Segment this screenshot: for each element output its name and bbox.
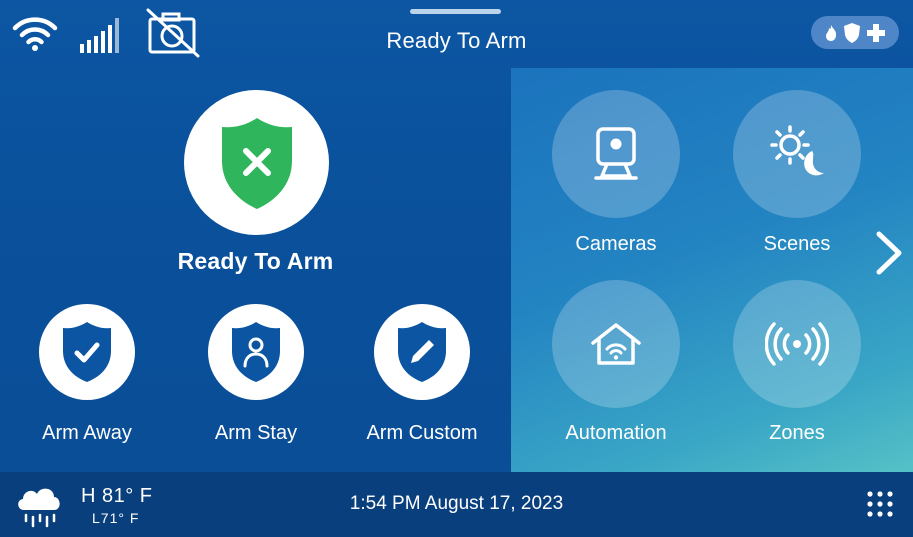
arm-stay-label: Arm Stay — [214, 422, 298, 444]
automation-circle[interactable] — [552, 280, 680, 408]
automation-label: Automation — [565, 422, 667, 444]
cameras-label: Cameras — [575, 233, 657, 255]
smart-home-icon — [591, 323, 641, 365]
shortcut-panel: Cameras Scenes Automation Zones — [511, 68, 913, 472]
cameras-tile[interactable]: Cameras — [531, 90, 701, 280]
scenes-circle[interactable] — [733, 90, 861, 218]
status-title: Ready To Arm — [386, 28, 527, 53]
fire-icon — [826, 24, 837, 41]
apps-grid-icon[interactable] — [866, 490, 894, 518]
arm-custom-button[interactable]: Arm Custom — [347, 304, 497, 454]
emergency-button[interactable] — [811, 16, 899, 49]
shield-person-icon — [232, 322, 280, 382]
police-shield-icon — [844, 22, 860, 43]
footer-bar: H 81° F L71° F 1:54 PM August 17, 2023 — [0, 472, 913, 537]
arm-stay-button[interactable]: Arm Stay — [181, 304, 331, 454]
camera-icon — [594, 127, 638, 180]
panel-screen: Ready To Arm Ready To Arm Arm Away Arm S… — [0, 0, 913, 537]
shield-check-icon — [63, 322, 111, 382]
arm-status-label: Ready To Arm — [177, 248, 334, 274]
arm-away-circle[interactable] — [39, 304, 135, 400]
medical-cross-icon — [867, 23, 885, 42]
arm-panel: Ready To Arm Arm Away Arm Stay Arm Custo… — [0, 68, 511, 472]
shield-x-icon — [221, 117, 292, 209]
date-time: 1:54 PM August 17, 2023 — [349, 493, 564, 514]
shield-pencil-icon — [398, 322, 446, 382]
automation-tile[interactable]: Automation — [531, 280, 701, 470]
arm-status-button[interactable] — [184, 90, 329, 235]
zones-tile[interactable]: Zones — [712, 280, 882, 470]
cameras-circle[interactable] — [552, 90, 680, 218]
zones-label: Zones — [769, 422, 825, 444]
drag-handle[interactable] — [410, 9, 501, 14]
arm-custom-label: Arm Custom — [366, 422, 478, 444]
arm-custom-circle[interactable] — [374, 304, 470, 400]
zones-circle[interactable] — [733, 280, 861, 408]
arm-stay-circle[interactable] — [208, 304, 304, 400]
arm-away-button[interactable]: Arm Away — [12, 304, 162, 454]
scenes-label: Scenes — [763, 233, 831, 255]
status-bar: Ready To Arm — [0, 0, 913, 68]
arm-away-label: Arm Away — [42, 422, 132, 444]
sensor-signal-icon — [765, 322, 829, 366]
chevron-right-icon[interactable] — [873, 230, 905, 276]
scenes-tile[interactable]: Scenes — [712, 90, 882, 280]
sun-moon-icon — [770, 125, 824, 176]
